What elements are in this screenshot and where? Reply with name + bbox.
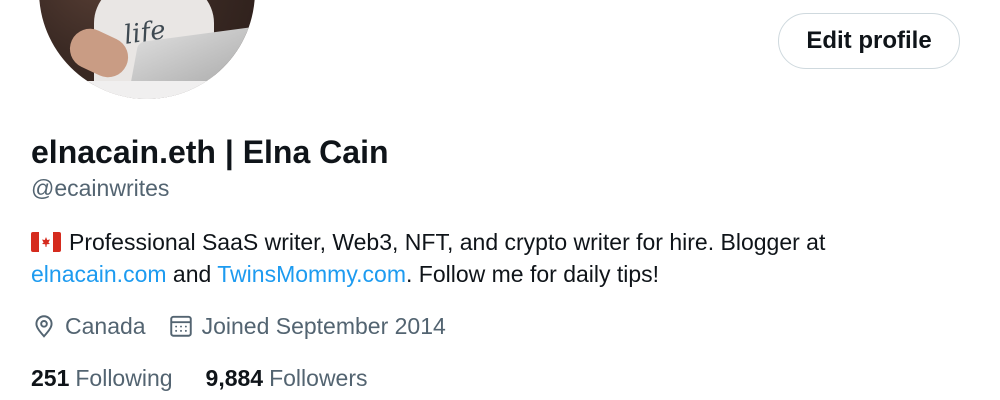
bio-link-twinsmommy[interactable]: TwinsMommy.com [217,261,406,287]
avatar[interactable]: life [36,0,258,102]
bio-line-2: elnacain.com and TwinsMommy.com. Follow … [31,258,961,290]
display-name: elnacain.eth | Elna Cain [31,134,389,170]
followers-label: Followers [269,364,368,391]
bio-link-elnacain[interactable]: elnacain.com [31,261,167,287]
joined-item: Joined September 2014 [168,313,446,340]
followers-count: 9,884 [205,364,264,391]
calendar-icon [168,313,194,339]
apple-logo-icon [234,59,246,73]
edit-profile-button[interactable]: Edit profile [778,13,960,69]
location-item: Canada [31,313,146,340]
bio-text: Professional SaaS writer, Web3, NFT, and… [69,229,826,255]
following-label: Following [75,364,173,391]
following-link[interactable]: 251 Following [31,365,173,392]
profile-stats: 251 Following 9,884 Followers [31,362,401,394]
location-text: Canada [65,312,146,339]
location-pin-icon [31,313,57,339]
profile-header: life Edit profile elnacain.eth | Elna Ca… [0,0,1000,400]
canada-flag-icon [31,232,61,252]
bio-tail-text: . Follow me for daily tips! [405,261,660,287]
avatar-floor [39,81,255,99]
avatar-photo: life [39,0,255,99]
bio-line-1: Professional SaaS writer, Web3, NFT, and… [31,226,961,258]
user-handle: @ecainwrites [31,175,170,201]
bio-and-text: and [166,261,218,287]
joined-text: Joined September 2014 [201,312,446,339]
followers-link[interactable]: 9,884 Followers [206,365,368,392]
following-count: 251 [31,364,70,391]
bio: Professional SaaS writer, Web3, NFT, and… [31,226,961,290]
profile-meta: Canada Joined September 2014 [31,310,468,342]
